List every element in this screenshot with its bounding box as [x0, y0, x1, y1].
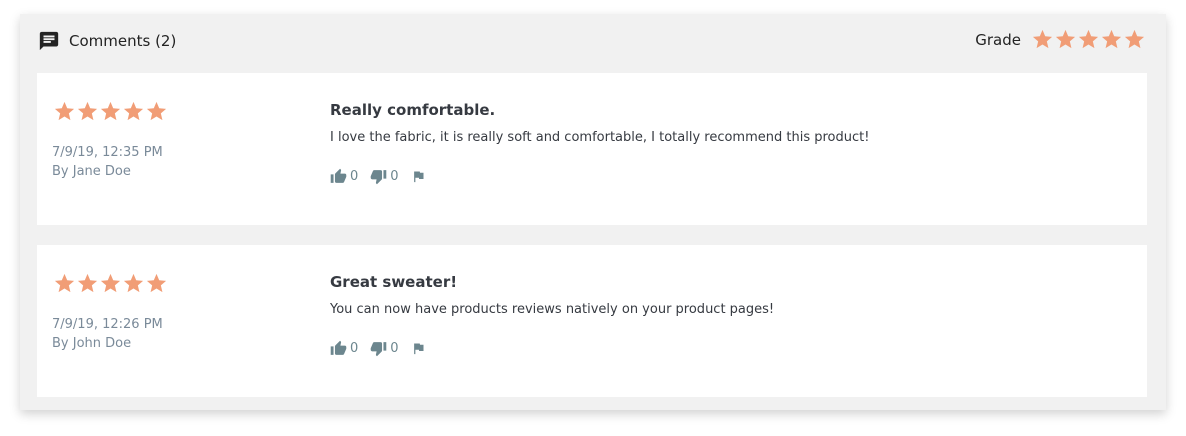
comment-author: By John Doe	[52, 336, 132, 351]
comments-title: Comments (2)	[69, 32, 177, 50]
not-useful-count: 0	[390, 169, 399, 184]
comment-date: 7/9/19, 12:35 PM	[52, 145, 163, 160]
grade-summary: Grade	[975, 28, 1146, 51]
useful-button[interactable]: 0	[330, 168, 358, 185]
comments-heading: Comments (2)	[38, 30, 176, 52]
thumb-down-icon	[370, 168, 387, 185]
comment-rating-stars	[53, 100, 168, 123]
star-icon	[1077, 28, 1100, 51]
report-button[interactable]	[411, 341, 426, 356]
grade-label: Grade	[975, 30, 1021, 49]
comment-body: I love the fabric, it is really soft and…	[330, 130, 870, 145]
star-icon	[53, 100, 76, 123]
star-icon	[1031, 28, 1054, 51]
product-comments-panel: Comments (2) Grade 7/9/19, 12:35 PM By J…	[20, 14, 1166, 410]
flag-icon	[411, 341, 426, 356]
comment-title: Really comfortable.	[330, 101, 496, 119]
comment-title: Great sweater!	[330, 273, 458, 291]
comment-actions: 0 0	[330, 168, 438, 185]
comment-card: 7/9/19, 12:35 PM By Jane Doe Really comf…	[37, 73, 1147, 225]
star-icon	[145, 100, 168, 123]
thumb-up-icon	[330, 168, 347, 185]
grade-stars	[1031, 28, 1146, 51]
useful-count: 0	[350, 169, 359, 184]
not-useful-count: 0	[390, 341, 399, 356]
flag-icon	[411, 169, 426, 184]
star-icon	[99, 272, 122, 295]
thumb-up-icon	[330, 340, 347, 357]
comment-actions: 0 0	[330, 340, 438, 357]
useful-count: 0	[350, 341, 359, 356]
star-icon	[76, 100, 99, 123]
star-icon	[53, 272, 76, 295]
not-useful-button[interactable]: 0	[370, 340, 399, 357]
comment-author: By Jane Doe	[52, 164, 131, 179]
useful-button[interactable]: 0	[330, 340, 358, 357]
thumb-down-icon	[370, 340, 387, 357]
star-icon	[76, 272, 99, 295]
not-useful-button[interactable]: 0	[370, 168, 399, 185]
comment-body: You can now have products reviews native…	[330, 302, 775, 317]
star-icon	[122, 100, 145, 123]
comment-card: 7/9/19, 12:26 PM By John Doe Great sweat…	[37, 245, 1147, 397]
star-icon	[1123, 28, 1146, 51]
star-icon	[122, 272, 145, 295]
comment-icon	[38, 30, 60, 52]
comment-rating-stars	[53, 272, 168, 295]
comment-date: 7/9/19, 12:26 PM	[52, 317, 163, 332]
star-icon	[145, 272, 168, 295]
star-icon	[1100, 28, 1123, 51]
star-icon	[99, 100, 122, 123]
star-icon	[1054, 28, 1077, 51]
report-button[interactable]	[411, 169, 426, 184]
comments-header: Comments (2) Grade	[20, 14, 1166, 68]
